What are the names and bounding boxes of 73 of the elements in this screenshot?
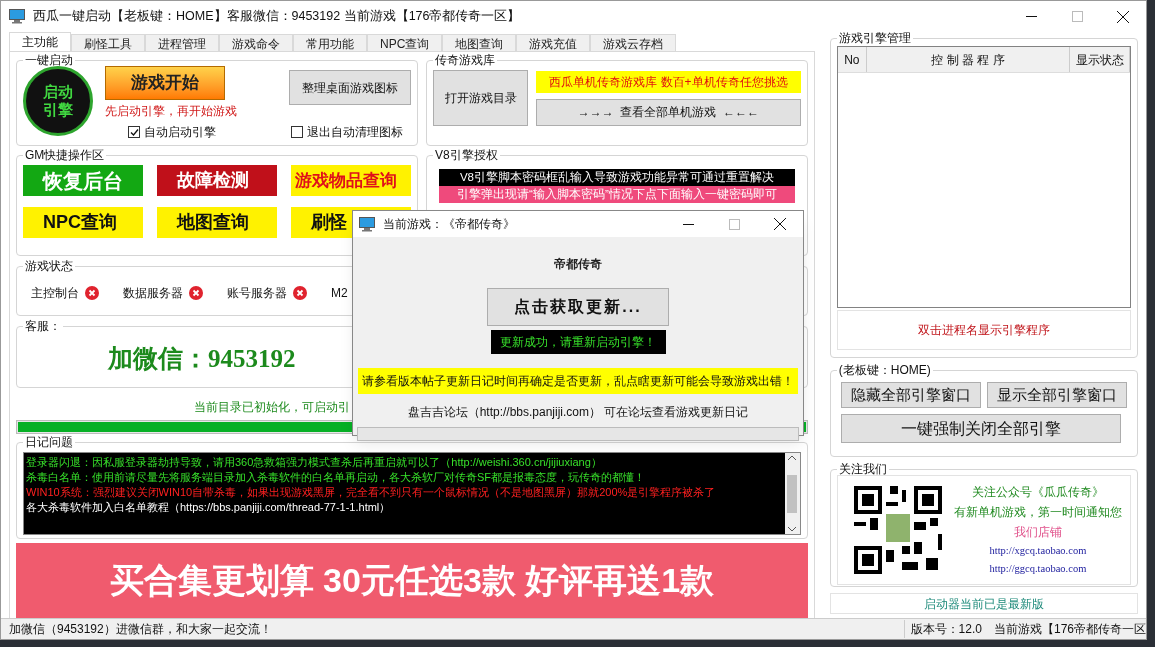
tab[interactable]: 刷怪工具 (71, 34, 145, 51)
gm-action-button[interactable]: 故障检测 (157, 165, 277, 196)
checkbox[interactable]: 自动启动引擎 (128, 123, 216, 141)
shop-link[interactable]: http://xgcq.taobao.com (989, 543, 1087, 559)
tab[interactable]: 游戏云存档 (590, 34, 677, 51)
group-title: (老板键：HOME) (837, 364, 932, 376)
checkbox[interactable]: 退出自动清理图标 (291, 123, 403, 141)
service-name: 主控制台 (31, 285, 79, 302)
follow-notice: 有新单机游戏，第一时间通知您 (953, 504, 1122, 522)
current-game-label: 当前游戏【176帝都传奇一区 (993, 621, 1146, 638)
group-title: 客服： (24, 320, 62, 332)
tab[interactable]: 游戏命令 (219, 34, 293, 51)
status-message: 加微信（9453192）进微信群，和大家一起交流！ (8, 621, 273, 638)
window-title: 西瓜一键启动【老板键：HOME】客服微信：9453192 当前游戏【176帝都传奇一区】 (33, 8, 521, 26)
group-title: 游戏引擎管理 (837, 32, 912, 44)
button[interactable]: 整理桌面游戏图标 (289, 70, 411, 105)
update-status: 启动器当前已是最新版 (923, 595, 1044, 613)
check-icon (129, 127, 139, 137)
column-header[interactable]: 控 制 器 程 序 (866, 47, 1070, 72)
start-hint: 先启动引擎，再开始游戏 (105, 103, 237, 120)
engine-hint: 双击进程名显示引擎程序 (917, 322, 1050, 339)
column-header[interactable]: No (837, 47, 867, 72)
service-name: 数据服务器 (123, 285, 183, 302)
directory-status: 当前目录已初始化，可启动引 (194, 399, 350, 416)
group-title: V8引擎授权 (434, 149, 499, 161)
service-name: M2 (331, 285, 348, 302)
button[interactable]: 一键强制关闭全部引擎 (840, 414, 1121, 443)
update-button[interactable]: 点击获取更新... (487, 288, 669, 326)
column-header[interactable]: 显示状态 (1070, 47, 1130, 72)
group-title: 关注我们 (837, 463, 888, 475)
license-notice: V8引擎脚本密码框乱输入导致游戏功能异常可通过重置解决 (439, 169, 795, 186)
service-name: 账号服务器 (227, 285, 287, 302)
library-banner: 西瓜单机传奇游戏库 数百+单机传奇任您挑选 (536, 70, 801, 93)
group-title: 一键启动 (24, 54, 74, 66)
group-title: GM快捷操作区 (24, 149, 106, 161)
tab[interactable]: 地图查询 (442, 34, 517, 51)
version-label: 版本号：12.0 (903, 620, 994, 638)
update-warning: 请参看版本帖子更新日记时间再确定是否更新，乱点瞎更新可能会导致游戏出错！ (358, 368, 798, 394)
log-line: 登录器闪退：因私服登录器劫持导致，请用360急救箱强力模式查杀后再重启就可以了（http://weishi.360.cn/jijiuxiang） (26, 455, 603, 470)
log-line: WIN10系统：强烈建议关闭WIN10自带杀毒，如果出现游戏黑屏，完全看不到只有一个鼠标情况（不是地图黑屏）那就200%是引擎程序被杀了 (26, 485, 717, 500)
gm-action-button[interactable]: 游戏物品查询 (291, 165, 411, 196)
gm-action-button[interactable]: 地图查询 (157, 207, 277, 238)
button[interactable]: 打开游戏目录 (433, 70, 528, 126)
shop-link[interactable]: http://ggcq.taobao.com (989, 561, 1087, 577)
group-title: 游戏状态 (24, 260, 74, 272)
group-title: 日记问题 (24, 436, 74, 448)
group-title: 传奇游戏库 (434, 54, 496, 66)
engine-start-button[interactable]: 启动 引擎 (23, 66, 93, 136)
game-start-button[interactable]: 游戏开始 (105, 66, 225, 100)
shop-label: 我们店铺 (1013, 524, 1062, 542)
log-line: 各大杀毒软件加入白名单教程（https://bbs.panjiji.com/thread-77-1-1.html） (26, 500, 392, 515)
forum-note: 盘吉吉论坛（http://bbs.panjiji.com） 可在论坛查看游戏更新日记 (407, 404, 749, 421)
button[interactable]: →→→ 查看全部单机游戏 ←←← (536, 98, 801, 126)
game-name: 帝都传奇 (554, 256, 602, 273)
tab[interactable]: 常用功能 (293, 34, 367, 51)
monitor-icon (9, 9, 25, 24)
update-result: 更新成功，请重新启动引擎！ (490, 330, 666, 354)
scrollbar[interactable] (784, 453, 800, 534)
button[interactable]: 显示全部引擎窗口 (987, 382, 1127, 408)
scroll-up-icon[interactable] (788, 455, 797, 460)
scroll-down-icon[interactable] (788, 527, 797, 532)
monitor-icon (359, 216, 375, 232)
gm-action-button[interactable]: NPC查询 (23, 207, 143, 238)
log-line: 杀毒白名单：使用前请尽量先将服务端目录加入杀毒软件的白名单再启动，各大杀软厂对传奇SF都是报毒态度，玩传奇的都懂！ (26, 470, 647, 485)
promo-text: 买合集更划算 30元任选3款 好评再送1款 (109, 560, 715, 601)
follow-account: 关注公众号《瓜瓜传奇》 (971, 484, 1104, 502)
tab[interactable]: NPC查询 (367, 34, 443, 51)
tab[interactable]: 游戏充值 (516, 34, 591, 51)
license-notice: 引擎弹出现请“输入脚本密码”情况下点下面输入一键密码即可 (439, 186, 795, 203)
button[interactable]: 隐藏全部引擎窗口 (840, 382, 981, 408)
tab[interactable]: 主功能 (9, 32, 71, 51)
tab[interactable]: 进程管理 (145, 34, 219, 51)
contact-wechat: 加微信：9453192 (108, 345, 296, 372)
